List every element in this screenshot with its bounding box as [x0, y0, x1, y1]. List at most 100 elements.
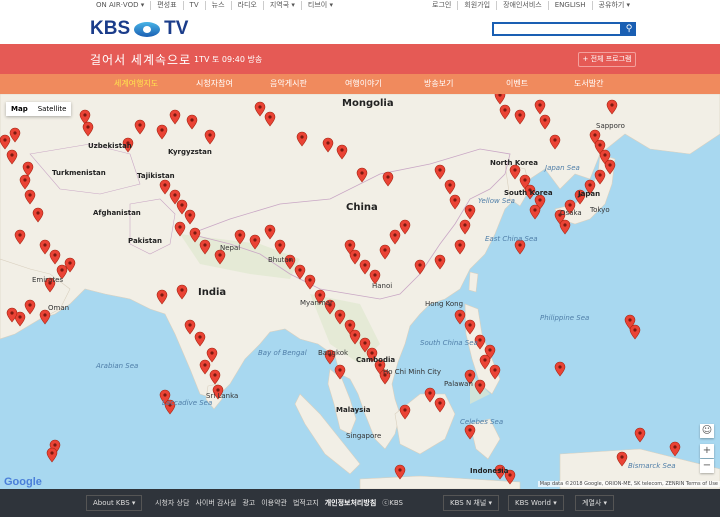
travel-pin-icon[interactable] [616, 451, 628, 467]
travel-pin-icon[interactable] [474, 379, 486, 395]
travel-pin-icon[interactable] [634, 427, 646, 443]
affiliates-dropdown[interactable]: 계열사 ▾ [575, 495, 615, 511]
travel-pin-icon[interactable] [389, 229, 401, 245]
travel-pin-icon[interactable] [382, 171, 394, 187]
signup-link[interactable]: 회원가입 [458, 1, 498, 10]
travel-pin-icon[interactable] [356, 167, 368, 183]
top-link-tv-more[interactable]: 티브이 ▾ [302, 1, 339, 10]
travel-pin-icon[interactable] [334, 309, 346, 325]
accessibility-link[interactable]: 장애인서비스 [497, 1, 549, 10]
travel-pin-icon[interactable] [559, 219, 571, 235]
travel-pin-icon[interactable] [629, 324, 641, 340]
travel-pin-icon[interactable] [274, 239, 286, 255]
travel-pin-icon[interactable] [464, 204, 476, 220]
travel-pin-icon[interactable] [394, 464, 406, 480]
footer-link-terms[interactable]: 이용약관 [258, 498, 290, 508]
travel-pin-icon[interactable] [399, 219, 411, 235]
travel-pin-icon[interactable] [209, 369, 221, 385]
travel-pin-icon[interactable] [594, 169, 606, 185]
tab-event[interactable]: 이벤트 [506, 74, 528, 94]
share-link[interactable]: 공유하기 ▾ [593, 1, 637, 10]
footer-link-privacy[interactable]: 개인정보처리방침 [322, 498, 380, 508]
travel-pin-icon[interactable] [0, 134, 11, 150]
about-kbs-dropdown[interactable]: About KBS ▾ [86, 495, 143, 511]
travel-pin-icon[interactable] [39, 309, 51, 325]
tab-world-map[interactable]: 세계여행지도 [114, 74, 158, 94]
travel-pin-icon[interactable] [206, 347, 218, 363]
world-travel-map[interactable]: Mongolia Uzbekistan Kyrgyzstan Turkmenis… [0, 94, 720, 489]
travel-pin-icon[interactable] [19, 174, 31, 190]
tab-music[interactable]: 음악게시판 [270, 74, 307, 94]
travel-pin-icon[interactable] [156, 124, 168, 140]
program-title[interactable]: 걸어서 세계속으로 [90, 51, 191, 68]
top-link-tv[interactable]: TV [184, 1, 206, 10]
footer-link-legal[interactable]: 법적고지 [290, 498, 322, 508]
travel-pin-icon[interactable] [549, 134, 561, 150]
map-type-satellite-button[interactable]: Satellite [33, 102, 72, 116]
travel-pin-icon[interactable] [22, 161, 34, 177]
travel-pin-icon[interactable] [6, 307, 18, 323]
travel-pin-icon[interactable] [46, 447, 58, 463]
top-link-schedule[interactable]: 편성표 [151, 1, 184, 10]
travel-pin-icon[interactable] [334, 364, 346, 380]
travel-pin-icon[interactable] [434, 397, 446, 413]
travel-pin-icon[interactable] [304, 274, 316, 290]
travel-pin-icon[interactable] [539, 114, 551, 130]
travel-pin-icon[interactable] [189, 227, 201, 243]
tab-travel-story[interactable]: 여행이야기 [345, 74, 382, 94]
travel-pin-icon[interactable] [264, 111, 276, 127]
travel-pin-icon[interactable] [234, 229, 246, 245]
map-attribution[interactable]: Map data ©2018 Google, ORION-ME, SK tele… [537, 481, 720, 487]
travel-pin-icon[interactable] [464, 319, 476, 335]
travel-pin-icon[interactable] [464, 424, 476, 440]
travel-pin-icon[interactable] [606, 99, 618, 115]
travel-pin-icon[interactable] [294, 264, 306, 280]
travel-pin-icon[interactable] [169, 109, 181, 125]
travel-pin-icon[interactable] [534, 99, 546, 115]
kbs-world-dropdown[interactable]: KBS World ▾ [508, 495, 564, 511]
travel-pin-icon[interactable] [349, 249, 361, 265]
travel-pin-icon[interactable] [184, 319, 196, 335]
travel-pin-icon[interactable] [264, 224, 276, 240]
travel-pin-icon[interactable] [9, 127, 21, 143]
travel-pin-icon[interactable] [494, 94, 506, 105]
tab-books[interactable]: 도서발간 [574, 74, 603, 94]
kbs-tv-logo[interactable]: KBS TV [90, 18, 188, 40]
travel-pin-icon[interactable] [414, 259, 426, 275]
travel-pin-icon[interactable] [186, 114, 198, 130]
travel-pin-icon[interactable] [454, 309, 466, 325]
search-icon[interactable]: ⚲ [622, 22, 636, 36]
travel-pin-icon[interactable] [509, 164, 521, 180]
travel-pin-icon[interactable] [424, 387, 436, 403]
travel-pin-icon[interactable] [379, 244, 391, 260]
travel-pin-icon[interactable] [14, 229, 26, 245]
search-input[interactable] [492, 22, 622, 36]
travel-pin-icon[interactable] [184, 209, 196, 225]
travel-pin-icon[interactable] [514, 109, 526, 125]
map-type-map-button[interactable]: Map [6, 102, 33, 116]
travel-pin-icon[interactable] [214, 249, 226, 265]
top-link-radio[interactable]: 라디오 [232, 1, 264, 10]
zoom-in-button[interactable]: + [700, 444, 714, 458]
travel-pin-icon[interactable] [359, 259, 371, 275]
travel-pin-icon[interactable] [199, 239, 211, 255]
travel-pin-icon[interactable] [499, 104, 511, 120]
travel-pin-icon[interactable] [49, 249, 61, 265]
travel-pin-icon[interactable] [249, 234, 261, 250]
top-link-regional[interactable]: 지역국 ▾ [264, 1, 302, 10]
footer-link-viewer-counsel[interactable]: 시청자 상담 [152, 498, 192, 508]
travel-pin-icon[interactable] [322, 137, 334, 153]
travel-pin-icon[interactable] [479, 354, 491, 370]
travel-pin-icon[interactable] [444, 179, 456, 195]
travel-pin-icon[interactable] [399, 404, 411, 420]
travel-pin-icon[interactable] [174, 221, 186, 237]
travel-pin-icon[interactable] [604, 159, 616, 175]
tab-viewer[interactable]: 시청자참여 [196, 74, 233, 94]
travel-pin-icon[interactable] [24, 299, 36, 315]
travel-pin-icon[interactable] [24, 189, 36, 205]
travel-pin-icon[interactable] [199, 359, 211, 375]
zoom-out-button[interactable]: − [700, 459, 714, 473]
travel-pin-icon[interactable] [204, 129, 216, 145]
travel-pin-icon[interactable] [176, 284, 188, 300]
travel-pin-icon[interactable] [449, 194, 461, 210]
